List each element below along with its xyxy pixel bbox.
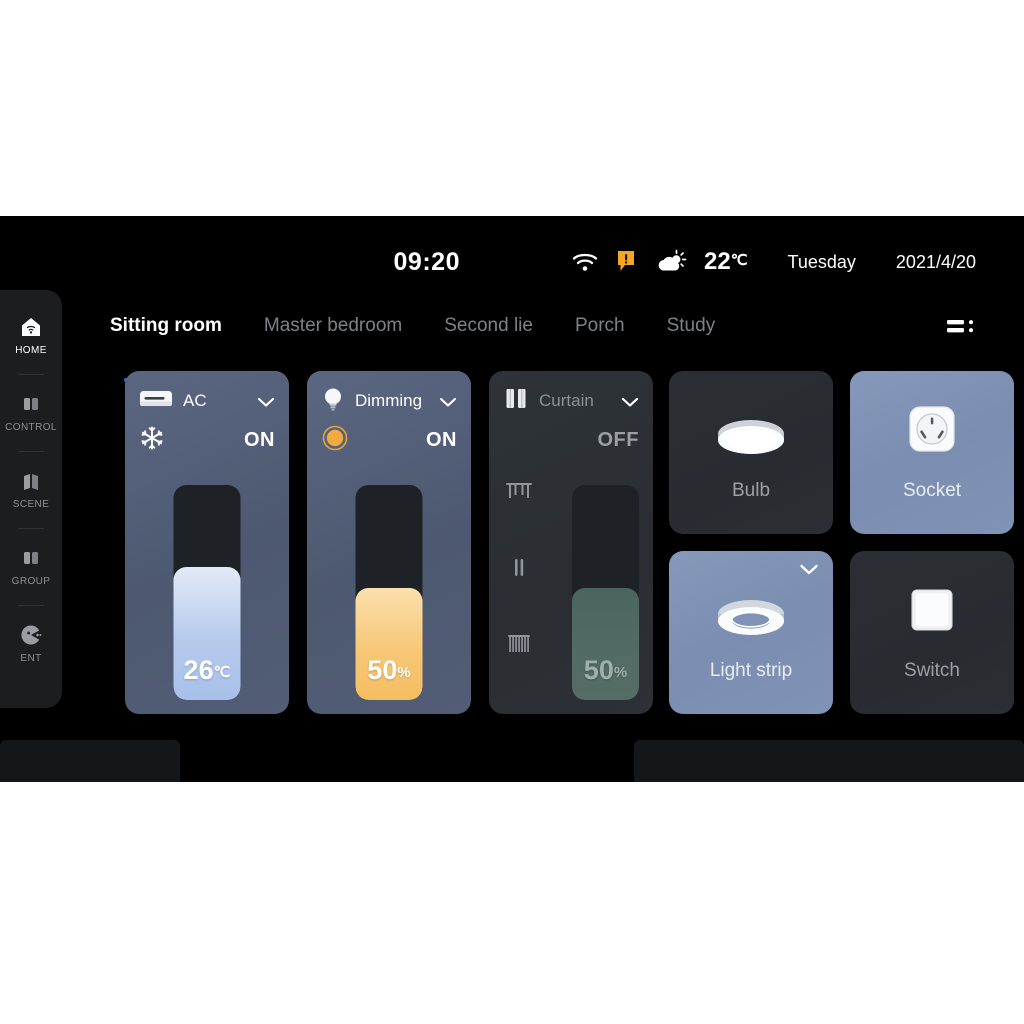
- card-ac-header: AC: [139, 387, 275, 415]
- sidebar-label-control: CONTROL: [5, 422, 57, 433]
- ac-temperature-slider[interactable]: 26℃: [173, 485, 241, 700]
- decorative-floor-right: [634, 740, 1024, 782]
- tile-bulb-label: Bulb: [731, 479, 771, 501]
- home-icon: [20, 316, 42, 338]
- card-curtain-state: OFF: [597, 428, 639, 451]
- card-dimming[interactable]: Dimming ON 50%: [307, 371, 471, 714]
- dimming-value-number: 50: [367, 655, 398, 685]
- tab-porch[interactable]: Porch: [575, 315, 625, 337]
- dimming-brightness-slider[interactable]: 50%: [355, 485, 423, 700]
- ac-value-number: 26: [183, 655, 214, 685]
- ring-light-icon: [703, 584, 799, 654]
- curtain-mode-buttons: [505, 481, 533, 655]
- tile-switch-label: Switch: [904, 659, 960, 681]
- snowflake-icon[interactable]: [139, 425, 165, 456]
- sidebar-item-scene[interactable]: SCENE: [0, 452, 62, 528]
- curtain-close-icon[interactable]: [505, 633, 533, 655]
- weekday-label: Tuesday: [787, 251, 856, 272]
- air-conditioner-icon: [139, 388, 173, 415]
- curtain-value-unit: %: [613, 664, 628, 681]
- tile-light-strip-label: Light strip: [709, 659, 793, 681]
- sidebar-label-ent: ENT: [20, 653, 42, 664]
- curtain-slider-fill: 50%: [572, 588, 639, 700]
- tile-socket-label: Socket: [902, 479, 962, 501]
- outdoor-temperature-value: 22: [703, 248, 731, 275]
- device-tiles: Bulb Socket Light strip Switch: [669, 371, 1014, 714]
- curtain-value-number: 50: [583, 655, 614, 685]
- tile-switch[interactable]: Switch: [850, 551, 1014, 714]
- bulb-icon: [321, 386, 345, 417]
- curtain-pause-icon[interactable]: [505, 557, 533, 579]
- status-icons: 22℃ Tuesday 2021/4/20: [572, 248, 976, 276]
- sidebar-nav: HOME CONTROL SCENE GROUP ENT: [0, 290, 62, 708]
- card-ac-subheader: ON: [139, 423, 275, 457]
- date-label: 2021/4/20: [895, 251, 976, 272]
- control-cards: AC ON 26℃ Dimming ON 50% Curtain OFF 50%: [125, 371, 653, 714]
- card-ac[interactable]: AC ON 26℃: [125, 371, 289, 714]
- status-bar: 09:20 22℃ Tuesday 2021/4/20: [0, 240, 1024, 284]
- sidebar-label-home: HOME: [15, 345, 47, 356]
- clock: 09:20: [393, 247, 460, 276]
- card-ac-state: ON: [244, 428, 275, 451]
- chevron-down-icon[interactable]: [621, 395, 639, 407]
- card-dimming-title: Dimming: [355, 391, 423, 410]
- curtain-position-slider[interactable]: 50%: [572, 485, 639, 700]
- tile-light-strip[interactable]: Light strip: [669, 551, 833, 714]
- sidebar-item-control[interactable]: CONTROL: [0, 375, 62, 451]
- group-icon: [20, 547, 42, 569]
- dimming-value: 50%: [367, 655, 410, 686]
- scene-icon: [20, 470, 42, 492]
- card-ac-title: AC: [183, 391, 207, 410]
- ent-icon: [20, 624, 42, 646]
- card-curtain-subheader: OFF: [503, 423, 639, 457]
- card-dimming-subheader: ON: [321, 423, 457, 457]
- ceiling-light-icon: [703, 404, 799, 474]
- curtain-open-icon[interactable]: [505, 481, 533, 503]
- room-tab-bar: Sitting room Master bedroom Second lie P…: [110, 302, 1000, 382]
- list-menu-icon[interactable]: [946, 314, 976, 338]
- sidebar-item-home[interactable]: HOME: [0, 298, 62, 374]
- brightness-dot-icon[interactable]: [321, 424, 349, 457]
- tab-sitting-room[interactable]: Sitting room: [110, 315, 222, 337]
- chevron-down-icon[interactable]: [257, 395, 275, 407]
- tile-bulb[interactable]: Bulb: [669, 371, 833, 534]
- outdoor-temperature: 22℃: [704, 248, 748, 276]
- card-curtain-header: Curtain: [503, 387, 639, 415]
- sidebar-label-scene: SCENE: [12, 499, 50, 510]
- alert-badge-icon[interactable]: [616, 250, 636, 274]
- power-socket-icon: [884, 404, 980, 474]
- tab-master-bedroom[interactable]: Master bedroom: [264, 315, 402, 337]
- ac-slider-fill: 26℃: [173, 566, 241, 700]
- smart-home-panel: 09:20 22℃ Tuesday 2021/4/20 HOME CONTROL…: [0, 216, 1024, 782]
- wall-switch-icon: [884, 584, 980, 654]
- decorative-floor-left: [0, 740, 180, 782]
- tile-socket[interactable]: Socket: [850, 371, 1014, 534]
- control-icon: [20, 393, 42, 415]
- ac-temperature-value: 26℃: [184, 655, 231, 686]
- curtain-icon: [503, 387, 529, 416]
- outdoor-temperature-unit: ℃: [730, 252, 748, 269]
- sidebar-item-group[interactable]: GROUP: [0, 529, 62, 605]
- wifi-icon: [572, 252, 598, 272]
- card-curtain-title: Curtain: [539, 391, 594, 410]
- partly-cloudy-icon: [654, 249, 687, 275]
- ac-value-unit: ℃: [213, 664, 231, 681]
- chevron-down-icon[interactable]: [799, 563, 819, 576]
- card-curtain[interactable]: Curtain OFF 50%: [489, 371, 653, 714]
- card-dimming-state: ON: [426, 428, 457, 451]
- card-dimming-header: Dimming: [321, 387, 457, 415]
- screenshot-stage: 09:20 22℃ Tuesday 2021/4/20 HOME CONTROL…: [0, 0, 1024, 1024]
- curtain-value: 50%: [584, 655, 627, 686]
- sidebar-label-group: GROUP: [11, 576, 51, 587]
- tab-second-lie[interactable]: Second lie: [444, 315, 533, 337]
- dimming-value-unit: %: [397, 664, 411, 681]
- sidebar-item-ent[interactable]: ENT: [0, 606, 62, 682]
- dimming-slider-fill: 50%: [355, 588, 423, 700]
- chevron-down-icon[interactable]: [439, 395, 457, 407]
- tab-study[interactable]: Study: [667, 315, 716, 337]
